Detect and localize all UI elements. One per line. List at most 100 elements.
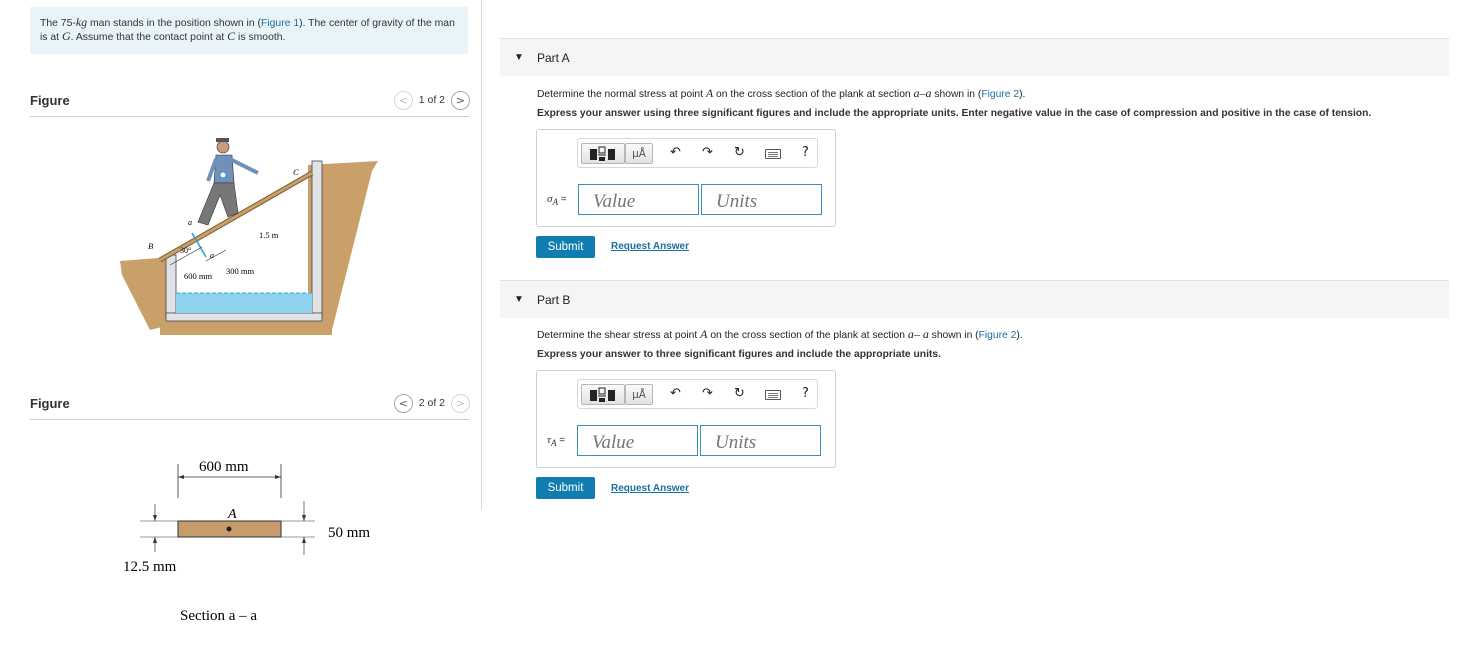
- tank-wall-right: [311, 160, 323, 318]
- question-text: shown in (: [928, 330, 979, 341]
- undo-icon[interactable]: ↶: [670, 386, 681, 402]
- problem-text: is smooth.: [235, 32, 286, 43]
- reset-icon[interactable]: ↻: [734, 145, 745, 161]
- figure-counter: 2 of 2: [418, 397, 445, 409]
- part-a-question: Determine the normal stress at point A o…: [537, 86, 1025, 101]
- math-toolbar: μÅ ↶ ↷ ↻ ?: [577, 379, 818, 409]
- question-text: ).: [1016, 330, 1023, 341]
- keyboard-icon[interactable]: [765, 390, 781, 400]
- left-panel: The 75-kg man stands in the position sho…: [0, 0, 481, 661]
- next-figure-button[interactable]: >: [451, 393, 470, 413]
- value-input[interactable]: [577, 425, 698, 456]
- figure-title: Figure: [30, 396, 70, 411]
- part-a-instruction: Express your answer using three signific…: [537, 108, 1372, 119]
- part-a-label: Part A: [537, 51, 570, 65]
- var-c: C: [227, 29, 236, 43]
- collapse-triangle-icon[interactable]: ▼: [514, 294, 524, 305]
- help-icon[interactable]: ?: [802, 145, 809, 161]
- figure-2-drawing: 600 mm A 50 mm 12.5 mm 50 mm Section a –…: [123, 459, 370, 624]
- part-a-header[interactable]: ▼ Part A: [500, 38, 1449, 76]
- label-50mm: 50 mm: [328, 525, 370, 541]
- submit-button[interactable]: Submit: [536, 477, 595, 499]
- question-text: on the cross section of the plank at sec…: [707, 330, 908, 341]
- sigma-a-label: σA =: [547, 193, 567, 207]
- units-input[interactable]: [700, 425, 821, 456]
- man-cap: [216, 138, 229, 142]
- tau-a-label: τA =: [547, 434, 565, 448]
- thick-arrowhead-top: [153, 515, 157, 521]
- templates-button[interactable]: [581, 143, 625, 164]
- height-arrowhead-bottom: [302, 537, 306, 543]
- man-head: [216, 140, 230, 154]
- figure-2-link[interactable]: Figure 2: [981, 89, 1019, 100]
- submit-button[interactable]: Submit: [536, 236, 595, 258]
- math-toolbar: μÅ ↶ ↷ ↻ ?: [577, 138, 818, 168]
- part-b-answer-box: μÅ ↶ ↷ ↻ ? τA =: [536, 370, 836, 468]
- redo-icon[interactable]: ↷: [702, 386, 713, 402]
- figure-2-header: Figure < 2 of 2 >: [30, 390, 470, 420]
- units-button[interactable]: μÅ: [625, 143, 653, 164]
- man-arm-right: [229, 157, 259, 175]
- point-a-marker: [226, 526, 232, 532]
- problem-text: man stands in the position shown in (: [87, 18, 261, 29]
- label-600mm: 600 mm: [184, 271, 212, 281]
- dim-line-300: [205, 249, 227, 262]
- help-icon[interactable]: ?: [802, 386, 809, 402]
- request-answer-link[interactable]: Request Answer: [611, 483, 689, 494]
- part-b-label: Part B: [537, 293, 571, 307]
- request-answer-link[interactable]: Request Answer: [611, 241, 689, 252]
- question-text: Determine the normal stress at point: [537, 89, 706, 100]
- collapse-triangle-icon[interactable]: ▼: [514, 52, 524, 63]
- label-length: 1.5 m: [259, 230, 279, 240]
- question-text: ).: [1019, 89, 1026, 100]
- thick-arrowhead-bottom: [153, 537, 157, 543]
- redo-icon[interactable]: ↷: [702, 145, 713, 161]
- label-thickness: 12.5 mm: [123, 559, 177, 575]
- undo-icon[interactable]: ↶: [670, 145, 681, 161]
- section-aa: a–a: [913, 86, 932, 100]
- question-text: shown in (: [931, 89, 982, 100]
- label-b: B: [148, 241, 153, 251]
- section-caption: Section a – a: [180, 608, 257, 624]
- water: [176, 293, 312, 313]
- figure-pager: < 1 of 2 >: [393, 90, 470, 110]
- prev-figure-button[interactable]: <: [393, 90, 413, 110]
- label-300mm: 300 mm: [226, 266, 254, 276]
- part-a-answer-box: μÅ ↶ ↷ ↻ ? σA =: [536, 129, 836, 227]
- width-arrow-right: [275, 475, 281, 479]
- question-text: on the cross section of the plank at sec…: [713, 89, 914, 100]
- unit-kg: kg: [75, 15, 88, 29]
- figure-pager: < 2 of 2 >: [393, 393, 470, 413]
- templates-icon: [590, 387, 615, 402]
- label-c: C: [293, 167, 299, 177]
- reset-icon[interactable]: ↻: [734, 386, 745, 402]
- units-input[interactable]: [701, 184, 822, 215]
- figure-1-header: Figure < 1 of 2 >: [30, 87, 470, 117]
- value-input[interactable]: [578, 184, 699, 215]
- label-width: 600 mm: [199, 459, 249, 475]
- units-button[interactable]: μÅ: [625, 384, 653, 405]
- figure-title: Figure: [30, 93, 70, 108]
- templates-button[interactable]: [581, 384, 625, 405]
- prev-figure-button[interactable]: <: [393, 393, 413, 413]
- equals-sign: =: [556, 435, 566, 446]
- label-a-top: a: [188, 218, 192, 227]
- label-angle: 30°: [180, 246, 191, 255]
- keyboard-icon[interactable]: [765, 149, 781, 159]
- figure-2-link[interactable]: Figure 2: [979, 330, 1017, 341]
- next-figure-button[interactable]: >: [451, 90, 470, 110]
- figure-1-link[interactable]: Figure 1: [261, 18, 299, 29]
- tank-floor: [165, 312, 323, 322]
- problem-text: . Assume that the contact point at: [70, 32, 228, 43]
- var-g: G: [61, 29, 71, 43]
- label-a: A: [227, 507, 237, 522]
- templates-icon: [590, 146, 615, 161]
- figure-counter: 1 of 2: [418, 94, 445, 106]
- section-aa: a– a: [907, 327, 929, 341]
- width-arrow-left: [178, 475, 184, 479]
- question-text: Determine the shear stress at point: [537, 330, 701, 341]
- problem-text: The 75-: [40, 18, 76, 29]
- height-arrowhead-top: [302, 515, 306, 521]
- problem-statement: The 75-kg man stands in the position sho…: [30, 7, 468, 54]
- part-b-header[interactable]: ▼ Part B: [500, 280, 1449, 318]
